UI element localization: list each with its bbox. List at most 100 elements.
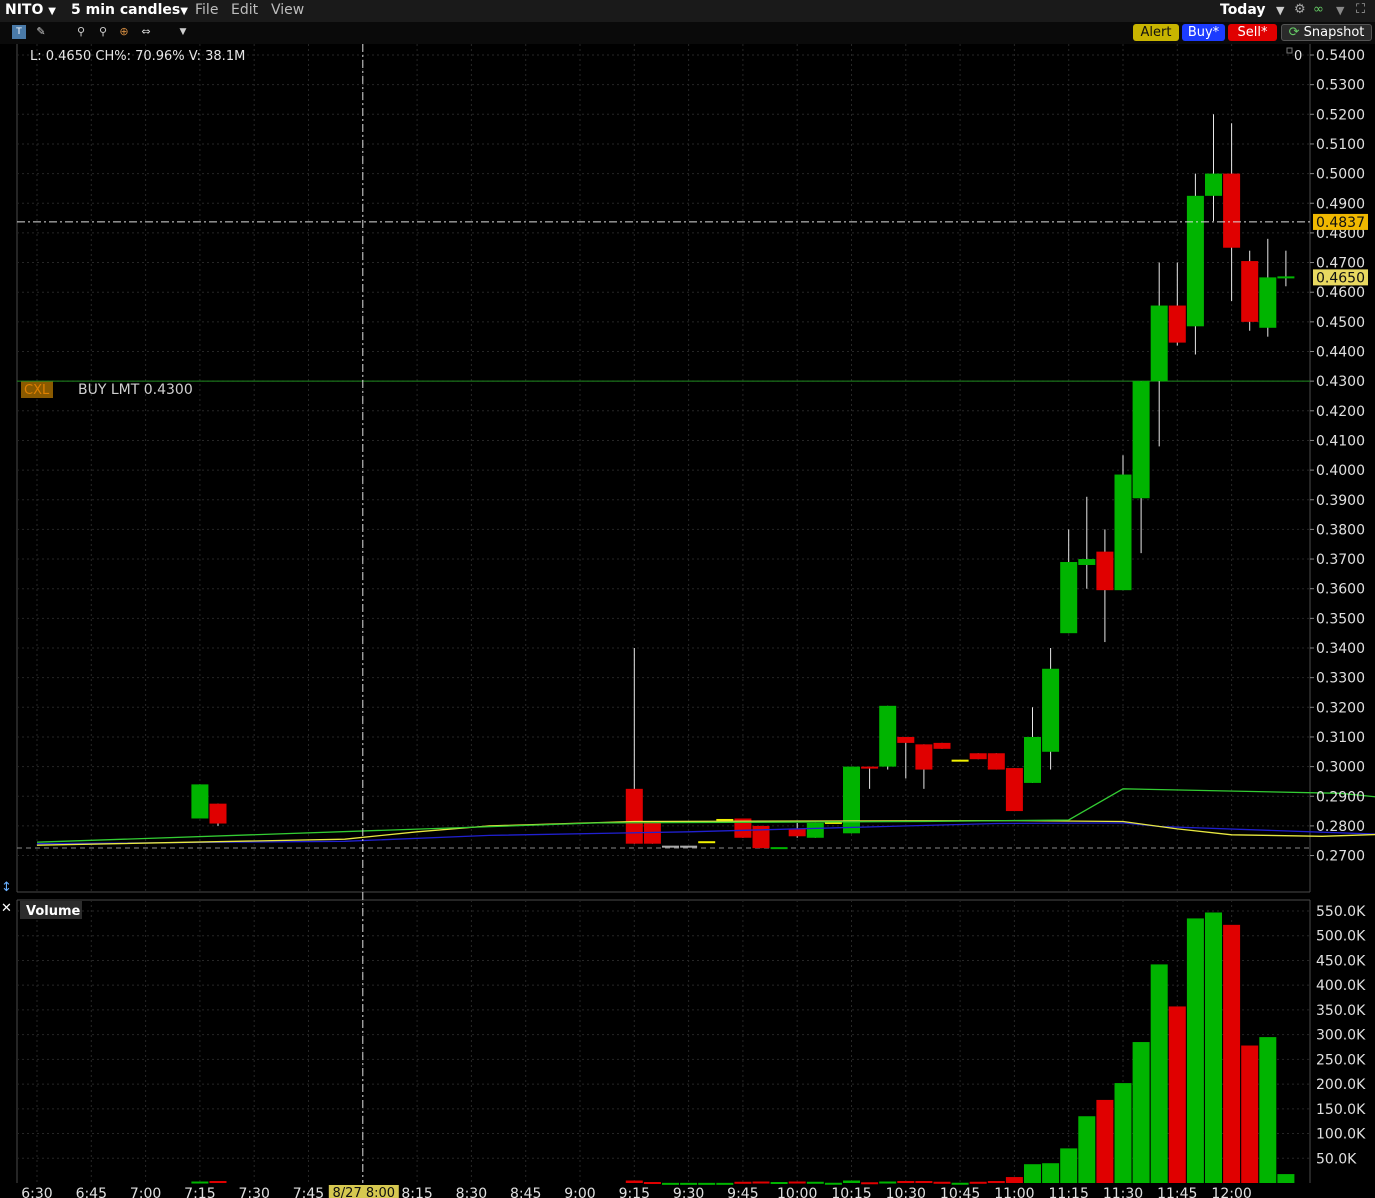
candle-body xyxy=(843,766,860,834)
volume-tick-label: 350.0K xyxy=(1316,1003,1366,1019)
candle-body xyxy=(1060,562,1078,634)
panel-corner-icon[interactable] xyxy=(1286,47,1293,54)
resize-handle-icon[interactable]: ↕ xyxy=(1,880,12,895)
volume-bar xyxy=(1042,1163,1060,1183)
candle-body xyxy=(1078,559,1096,565)
volume-bar xyxy=(987,1181,1005,1184)
candle-body xyxy=(662,845,679,848)
candle-body xyxy=(1005,768,1023,812)
time-tick-label: 7:30 xyxy=(238,1186,269,1198)
price-tick-label: 0.3000 xyxy=(1316,760,1365,776)
candle-body xyxy=(933,742,951,749)
time-tick-label: 8:30 xyxy=(456,1186,487,1198)
price-tick-label: 0.4900 xyxy=(1316,196,1365,212)
candle-body xyxy=(1168,305,1186,343)
volume-bar xyxy=(843,1180,860,1183)
candle-body xyxy=(698,841,716,844)
price-tick-label: 0.5000 xyxy=(1316,167,1365,183)
volume-bar xyxy=(680,1182,698,1185)
volume-bar xyxy=(643,1182,661,1185)
time-tick-label: 9:00 xyxy=(564,1186,595,1198)
price-tick-label: 0.5300 xyxy=(1316,78,1365,94)
candle-body xyxy=(806,822,824,838)
time-tick-label: 11:15 xyxy=(1049,1186,1089,1198)
volume-bar xyxy=(951,1182,969,1185)
volume-bar xyxy=(625,1180,643,1183)
volume-bar xyxy=(662,1182,679,1185)
price-tick-label: 0.3400 xyxy=(1316,641,1365,657)
close-volume-panel-icon[interactable]: ✕ xyxy=(1,901,12,916)
volume-bar xyxy=(209,1181,227,1184)
volume-bar xyxy=(1132,1042,1150,1183)
time-tick-label: 10:45 xyxy=(940,1186,980,1198)
volume-tick-label: 200.0K xyxy=(1316,1077,1366,1093)
price-tick-label: 0.4000 xyxy=(1316,463,1365,479)
price-tick-label: 0.2900 xyxy=(1316,789,1365,805)
volume-bar xyxy=(1096,1099,1114,1183)
candle-body xyxy=(209,803,227,824)
time-tick-label: 6:45 xyxy=(76,1186,107,1198)
price-tick-label: 0.4200 xyxy=(1316,404,1365,420)
volume-tick-label: 550.0K xyxy=(1316,904,1366,920)
time-tick-label: 9:15 xyxy=(619,1186,650,1198)
candle-body xyxy=(1259,277,1277,328)
volume-tick-label: 400.0K xyxy=(1316,978,1366,994)
price-tick-label: 0.3900 xyxy=(1316,493,1365,509)
candle-body xyxy=(1277,276,1295,279)
volume-bar xyxy=(1277,1174,1295,1183)
chart-canvas[interactable]: CXL BUY LMT 0.4300 0.54000.53000.52000.5… xyxy=(0,0,1375,1198)
candle-body xyxy=(1186,195,1204,327)
time-tick-label: 9:45 xyxy=(727,1186,758,1198)
volume-panel-label: Volume xyxy=(26,904,81,919)
candle-body xyxy=(1042,668,1060,752)
moving-averages xyxy=(36,788,1375,846)
candle-body xyxy=(680,845,698,848)
volume-bar xyxy=(806,1181,824,1184)
volume-bar xyxy=(191,1181,209,1184)
price-axis: 0.5400 0.5300 0.5200 0.5100 0.5000 0.4900 0.48… xyxy=(1310,48,1365,865)
candle-body xyxy=(191,784,209,819)
volume-bar xyxy=(1150,964,1168,1183)
price-tick-label: 0.5200 xyxy=(1316,107,1365,123)
candle-body xyxy=(915,744,933,770)
time-tick-label: 9:30 xyxy=(673,1186,704,1198)
time-tick-label: 8:15 xyxy=(401,1186,432,1198)
volume-tick-label: 50.0K xyxy=(1316,1151,1357,1167)
volume-bar xyxy=(1241,1045,1259,1183)
volume-tick-label: 450.0K xyxy=(1316,953,1366,969)
price-tick-label: 0.2800 xyxy=(1316,819,1365,835)
candle-body xyxy=(1223,173,1241,248)
price-tick-label: 0.5100 xyxy=(1316,137,1365,153)
candle-body xyxy=(897,736,915,743)
time-tick-label: 10:00 xyxy=(777,1186,817,1198)
time-tick-label: 8:45 xyxy=(510,1186,541,1198)
price-tick-label: 0.4100 xyxy=(1316,433,1365,449)
price-tick-label: 0.3600 xyxy=(1316,582,1365,598)
volume-bar xyxy=(1168,1006,1186,1183)
cancel-order-label: CXL xyxy=(24,383,50,398)
volume-bar xyxy=(897,1181,915,1184)
info-line: L: 0.4650 CH%: 70.96% V: 38.1M xyxy=(30,49,245,64)
price-tick-label: 0.3200 xyxy=(1316,700,1365,716)
price-tick-label: 0.3300 xyxy=(1316,671,1365,687)
order-line-text: BUY LMT 0.4300 xyxy=(78,382,193,398)
time-tick-label: 11:30 xyxy=(1103,1186,1143,1198)
volume-bar xyxy=(861,1182,879,1185)
ema-slow-line xyxy=(36,822,1375,845)
time-tick-label: 7:45 xyxy=(293,1186,324,1198)
volume-bar xyxy=(933,1181,951,1184)
price-tick-label: 0.4700 xyxy=(1316,256,1365,272)
candle-body xyxy=(879,705,897,767)
price-tick-label: 0.3700 xyxy=(1316,552,1365,568)
volume-bar xyxy=(788,1181,806,1184)
volume-bar xyxy=(1060,1148,1078,1183)
time-tick-label: 11:45 xyxy=(1157,1186,1197,1198)
volume-bar xyxy=(1024,1164,1041,1183)
time-tick-label: 10:30 xyxy=(886,1186,926,1198)
volume-bar xyxy=(1114,1083,1132,1183)
candle-body xyxy=(1024,736,1041,783)
price-tick-label: 0.4400 xyxy=(1316,345,1365,361)
price-tick-label: 0.3800 xyxy=(1316,522,1365,538)
order-line[interactable]: CXL BUY LMT 0.4300 xyxy=(17,380,1310,398)
candle-body xyxy=(1150,305,1168,382)
